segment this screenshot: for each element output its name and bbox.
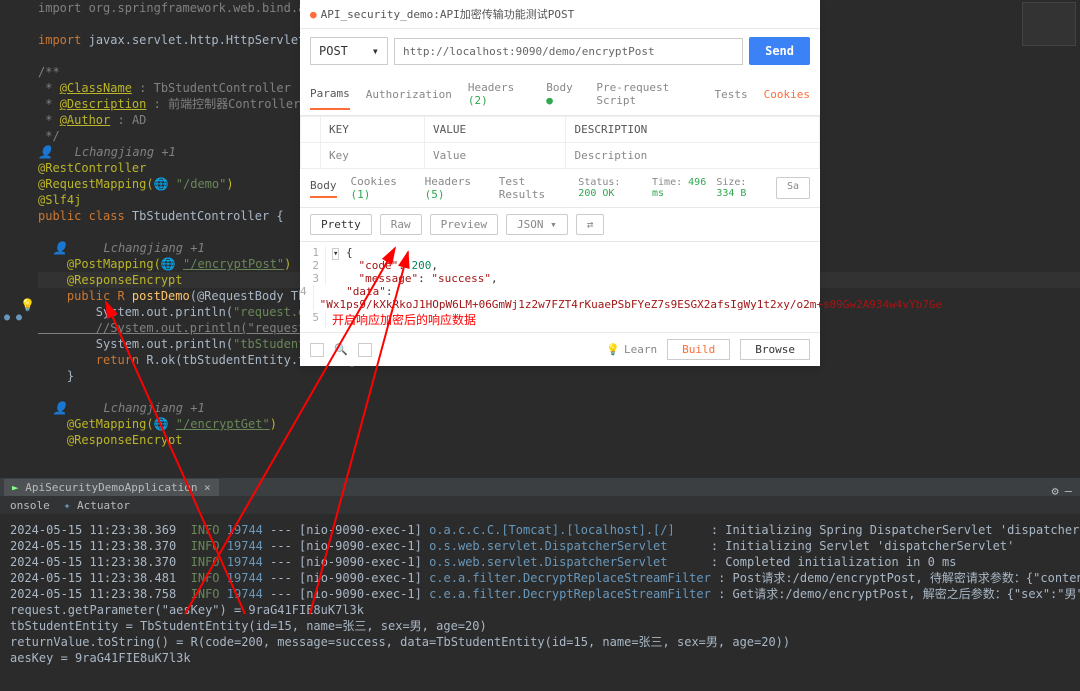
save-button[interactable]: Sa bbox=[776, 177, 810, 199]
intention-bulb-icon[interactable]: 💡 bbox=[20, 298, 35, 312]
method-label: POST bbox=[319, 44, 348, 58]
size-label: Size: bbox=[716, 177, 746, 188]
params-table: KEYVALUEDESCRIPTION KeyValueDescription bbox=[300, 116, 820, 169]
author-text: Lchangjiang +1 bbox=[75, 241, 205, 255]
annotation-text: 开启响应加密后的响应数据 bbox=[326, 311, 476, 328]
desc-input[interactable]: Description bbox=[566, 143, 820, 169]
author-text: Lchangjiang +1 bbox=[75, 401, 205, 415]
kw: public class bbox=[38, 209, 132, 223]
status-label: Status: bbox=[578, 177, 620, 188]
gutter-icon: ● ● bbox=[4, 312, 22, 323]
annotation: @Slf4j bbox=[38, 193, 81, 207]
url-input[interactable]: http://localhost:9090/demo/encryptPost bbox=[394, 38, 743, 65]
value-input[interactable]: Value bbox=[425, 143, 566, 169]
tab-title: API_security_demo:API加密传输功能测试POST bbox=[321, 6, 575, 22]
request-tab[interactable]: ●API_security_demo:API加密传输功能测试POST bbox=[300, 0, 820, 29]
count: (5) bbox=[425, 188, 445, 201]
view-raw[interactable]: Raw bbox=[380, 214, 422, 235]
th-value: VALUE bbox=[425, 117, 566, 143]
postman-panel: ●API_security_demo:API加密传输功能测试POST POST ▾… bbox=[300, 0, 820, 366]
annotation: ) bbox=[270, 417, 277, 431]
learn-link[interactable]: 💡 Learn bbox=[606, 343, 657, 356]
count: (2) bbox=[468, 94, 488, 107]
label: Learn bbox=[624, 343, 657, 356]
send-button[interactable]: Send bbox=[749, 37, 810, 65]
code: System.out.println( bbox=[38, 305, 233, 319]
subtab-console[interactable]: onsole bbox=[10, 499, 50, 512]
status-value: 200 OK bbox=[578, 188, 614, 199]
annotation: @ResponseEncrypt bbox=[38, 433, 183, 447]
subtab-actuator[interactable]: ✦ Actuator bbox=[64, 499, 130, 512]
tab-tests[interactable]: Tests bbox=[715, 80, 748, 109]
resp-tab-headers[interactable]: Headers (5) bbox=[425, 175, 485, 201]
chevron-down-icon: ▾ bbox=[372, 44, 379, 58]
search-icon[interactable]: 🔍 bbox=[334, 343, 348, 356]
count: (1) bbox=[351, 188, 371, 201]
label: Headers bbox=[468, 81, 514, 94]
code: System.out.println( bbox=[38, 337, 233, 351]
cookies-link[interactable]: Cookies bbox=[764, 88, 810, 101]
annotation: @RestController bbox=[38, 161, 146, 175]
resp-tab-cookies[interactable]: Cookies (1) bbox=[351, 175, 411, 201]
tab-body[interactable]: Body ● bbox=[546, 73, 580, 115]
annotation: ) bbox=[284, 257, 291, 271]
minimap[interactable] bbox=[1022, 2, 1076, 46]
run-tabs: ► ApiSecurityDemoApplication × bbox=[0, 478, 1080, 496]
class-name: TbStudentController { bbox=[132, 209, 284, 223]
kw: public R bbox=[38, 289, 132, 303]
label: JSON bbox=[517, 218, 544, 231]
annotation: ) bbox=[226, 177, 233, 191]
run-tab-app[interactable]: ► ApiSecurityDemoApplication × bbox=[4, 479, 219, 496]
method-select[interactable]: POST ▾ bbox=[310, 37, 388, 65]
string: "/encryptPost" bbox=[183, 257, 284, 271]
resp-tab-body[interactable]: Body bbox=[310, 179, 337, 198]
tab-auth[interactable]: Authorization bbox=[366, 80, 452, 109]
label: Body bbox=[546, 81, 573, 94]
console-output[interactable]: 2024-05-15 11:23:38.369 INFO 19744 --- [… bbox=[0, 514, 1080, 691]
view-preview[interactable]: Preview bbox=[430, 214, 498, 235]
console-icon[interactable] bbox=[310, 343, 324, 357]
method: postDemo bbox=[132, 289, 190, 303]
resp-tab-tests[interactable]: Test Results bbox=[499, 175, 565, 201]
build-button[interactable]: Build bbox=[667, 339, 730, 360]
layout-icon[interactable] bbox=[358, 343, 372, 357]
author-text: Lchangjiang +1 bbox=[60, 145, 176, 159]
browse-button[interactable]: Browse bbox=[740, 339, 810, 360]
annotation: @RequestMapping( bbox=[38, 177, 154, 191]
string: "/encryptGet" bbox=[176, 417, 270, 431]
format-select[interactable]: JSON ▾ bbox=[506, 214, 568, 235]
wrap-icon[interactable]: ⇄ bbox=[576, 214, 605, 235]
tab-params[interactable]: Params bbox=[310, 79, 350, 110]
annotation: @PostMapping( bbox=[38, 257, 161, 271]
data-string: "Wx1ps9/kXkRkoJ1HOpW6LM+06GmWj1z2w7FZT4r… bbox=[320, 298, 943, 311]
th-key: KEY bbox=[321, 117, 425, 143]
view-pretty[interactable]: Pretty bbox=[310, 214, 372, 235]
key-input[interactable]: Key bbox=[321, 143, 425, 169]
author-hint: 👤 Lchangjiang +1 bbox=[38, 400, 1080, 416]
time-label: Time: bbox=[652, 177, 682, 188]
code: } bbox=[38, 368, 1080, 384]
label: ApiSecurityDemoApplication bbox=[25, 481, 197, 494]
tab-headers[interactable]: Headers (2) bbox=[468, 73, 530, 115]
tab-prereq[interactable]: Pre-request Script bbox=[596, 73, 698, 115]
label: Actuator bbox=[77, 499, 130, 512]
annotation: @GetMapping( bbox=[38, 417, 154, 431]
label: Cookies bbox=[351, 175, 397, 188]
response-body[interactable]: 1▾ { 2 "code": 200, 3 "message": "succes… bbox=[300, 242, 820, 332]
run-subtabs: onsole ✦ Actuator bbox=[0, 496, 1080, 514]
annotation: @ResponseEncrypt bbox=[38, 273, 183, 287]
label: Headers bbox=[425, 175, 471, 188]
string: "/demo" bbox=[176, 177, 227, 191]
th-desc: DESCRIPTION bbox=[566, 117, 820, 143]
size-value: 334 B bbox=[716, 188, 746, 199]
